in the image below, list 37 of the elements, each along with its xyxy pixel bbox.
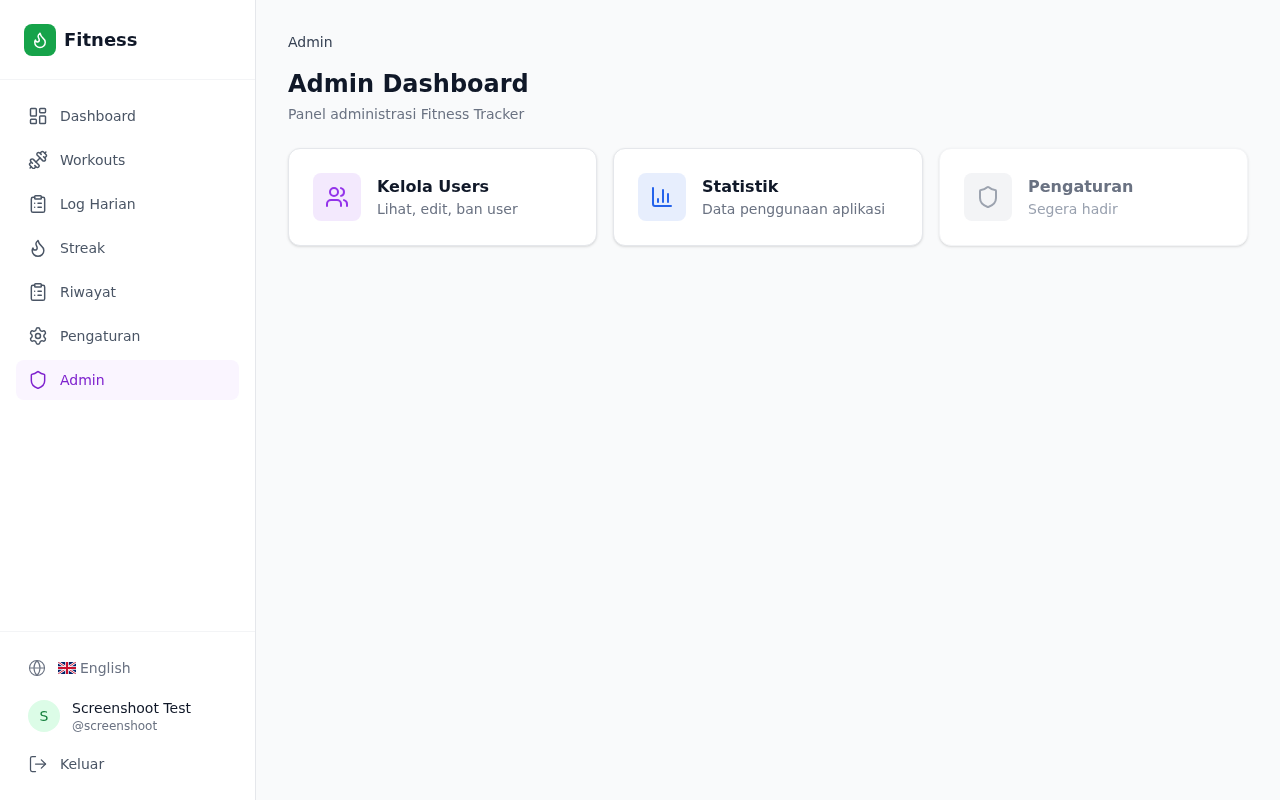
user-handle: @screenshoot <box>72 718 159 734</box>
shield-icon <box>28 370 48 390</box>
nav-item[interactable]: Dashboard <box>16 96 239 136</box>
language-label: English <box>80 659 131 678</box>
brand-name: Fitness <box>64 27 138 52</box>
globe-icon <box>28 659 46 677</box>
logout-icon <box>28 754 48 774</box>
flag-icon <box>58 662 76 674</box>
nav-item[interactable]: Workouts <box>16 140 239 180</box>
shield-icon <box>964 173 1012 221</box>
card-description: Segera hadir <box>1028 200 1119 219</box>
breadcrumb: Admin <box>288 33 334 52</box>
card-description: Lihat, edit, ban user <box>377 200 518 219</box>
clipboard-icon <box>28 194 48 214</box>
flame-logo-icon <box>24 23 56 56</box>
nav-item[interactable]: Admin <box>16 360 239 400</box>
page-subtitle: Panel administrasi Fitness Tracker <box>288 105 526 124</box>
clipboard-icon <box>28 282 48 302</box>
nav-item[interactable]: Riwayat <box>16 272 239 312</box>
card-title: Kelola Users <box>377 176 491 198</box>
card-description: Data penggunaan aplikasi <box>702 200 886 219</box>
admin-card[interactable]: Statistik Data penggunaan aplikasi <box>613 148 923 246</box>
flame-icon <box>28 238 48 258</box>
language-switcher[interactable]: English <box>16 648 239 688</box>
settings-icon <box>28 326 48 346</box>
dashboard-icon <box>28 106 48 126</box>
avatar: S <box>28 700 60 732</box>
card-title: Statistik <box>702 176 780 198</box>
logout-button[interactable]: Keluar <box>16 744 239 784</box>
user-name: Screenshoot Test <box>72 699 191 718</box>
nav-item[interactable]: Log Harian <box>16 184 239 224</box>
card-title: Pengaturan <box>1028 176 1134 198</box>
nav-item[interactable]: Pengaturan <box>16 316 239 356</box>
admin-card[interactable]: Kelola Users Lihat, edit, ban user <box>288 148 597 246</box>
nav-item[interactable]: Streak <box>16 228 239 268</box>
dumbbell-icon <box>28 150 48 170</box>
page-title: Admin Dashboard <box>288 69 530 100</box>
